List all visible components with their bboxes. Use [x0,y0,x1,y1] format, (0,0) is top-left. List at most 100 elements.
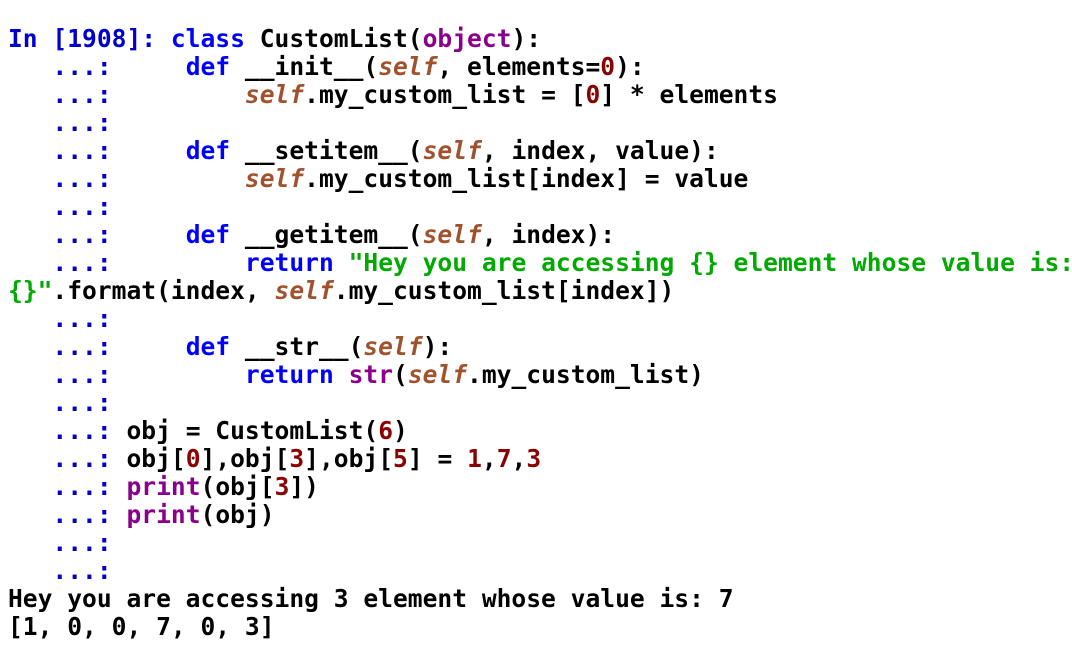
input-line-20: ...: [8,557,1072,585]
prompt-text: ...: [8,164,245,193]
self-token: self [378,52,438,81]
number-literal: 3 [274,472,290,501]
input-line-4: ...: [8,109,1072,137]
prompt-text: ...: [8,136,186,165]
number-literal: 0 [585,80,601,109]
keyword-token: def [185,332,231,361]
code-text: obj = CustomList( [126,416,379,445]
input-line-5: ...: def __setitem__(self, index, value)… [8,137,1072,165]
input-line-9: ...: return "Hey you are accessing {} el… [8,249,1072,277]
prompt-text: ...: [8,192,112,221]
input-line-2: ...: def __init__(self, elements=0): [8,53,1072,81]
code-text: , [511,444,527,473]
number-literal: 6 [378,416,393,445]
keyword-token: def [185,52,231,81]
input-line-7: ...: [8,193,1072,221]
code-text: .my_custom_list[index] = value [304,164,749,193]
number-literal: 5 [393,444,408,473]
self-token: self [422,220,482,249]
input-line-1: In [1908]: class CustomList(object): [8,25,1072,53]
code-text: __setitem__( [230,136,423,165]
code-text: , elements= [437,52,601,81]
code-text: , [481,444,497,473]
input-line-6: ...: self.my_custom_list[index] = value [8,165,1072,193]
code-text: ): [615,52,645,81]
code-text: .my_custom_list = [ [304,80,586,109]
number-literal: 0 [600,52,616,81]
code-text: ( [393,360,408,389]
number-literal: 3 [526,444,542,473]
number-literal: 3 [289,444,305,473]
string-literal: {}" [8,276,53,305]
input-line-8: ...: def __getitem__(self, index): [8,221,1072,249]
keyword-token: return [244,360,334,389]
builtin-token: object [422,25,512,53]
prompt-text: ...: [8,528,112,557]
output-text: [1, 0, 0, 7, 0, 3] [8,612,275,641]
ipython-console[interactable]: In [1908]: class CustomList(object): ...… [8,25,1072,641]
input-line-17: ...: print(obj[3]) [8,473,1072,501]
prompt-text: ...: [8,444,127,473]
code-text: , index): [481,220,616,249]
input-line-12: ...: def __str__(self): [8,333,1072,361]
code-text: obj[ [126,444,186,473]
code-text: __str__( [230,332,364,361]
prompt-text: ...: [8,220,186,249]
code-text: ],obj[ [200,444,290,473]
number-literal: 0 [185,444,201,473]
output-line-2: [1, 0, 0, 7, 0, 3] [8,613,1072,641]
input-line-16: ...: obj[0],obj[3],obj[5] = 1,7,3 [8,445,1072,473]
prompt-text: ...: [8,248,245,277]
code-text: ] = [407,444,468,473]
prompt-text: ...: [8,52,186,81]
prompt-text: ...: [8,500,127,529]
input-line-19: ...: [8,529,1072,557]
input-line-3: ...: self.my_custom_list = [0] * element… [8,81,1072,109]
code-text: ] * elements [600,80,778,109]
prompt-text: ...: [8,304,112,333]
code-text: ): [511,25,542,53]
prompt-text: ...: [8,108,112,137]
code-text: ]) [289,472,319,501]
input-line-14: ...: [8,389,1072,417]
number-literal: 7 [496,444,512,473]
code-text: (obj) [200,500,275,529]
self-token: self [422,136,482,165]
self-token: self [363,332,423,361]
prompt-text: ...: [8,472,127,501]
input-line-10: {}".format(index, self.my_custom_list[in… [8,277,1072,305]
code-text: ) [393,416,408,445]
prompt-text: ...: [8,556,112,585]
input-line-15: ...: obj = CustomList(6) [8,417,1072,445]
keyword-token: def [185,220,231,249]
builtin-token: print [126,472,201,501]
code-text: ): [422,332,453,361]
prompt-text: ...: [8,360,245,389]
code-text: (obj[ [200,472,275,501]
keyword-token: class [170,25,245,53]
self-token: self [407,360,468,389]
code-text: .format(index, [52,276,275,305]
output-line-1: Hey you are accessing 3 element whose va… [8,585,1072,613]
prompt-text: In [1908]: [8,25,171,53]
output-text: Hey you are accessing 3 element whose va… [8,584,734,613]
self-token: self [244,164,305,193]
keyword-token: def [185,136,231,165]
builtin-token: str [348,360,393,389]
input-line-18: ...: print(obj) [8,501,1072,529]
code-text: , index, value): [481,136,719,165]
input-line-11: ...: [8,305,1072,333]
builtin-token: print [126,500,201,529]
keyword-token: return [244,248,334,277]
string-literal: "Hey you are accessing {} element whose … [348,248,1072,277]
prompt-text: ...: [8,332,186,361]
prompt-text: ...: [8,80,245,109]
code-text: CustomList( [244,25,423,53]
code-text: .my_custom_list) [467,360,704,389]
input-line-13: ...: return str(self.my_custom_list) [8,361,1072,389]
code-text: ],obj[ [304,444,394,473]
code-text: __getitem__( [230,220,423,249]
prompt-text: ...: [8,416,127,445]
